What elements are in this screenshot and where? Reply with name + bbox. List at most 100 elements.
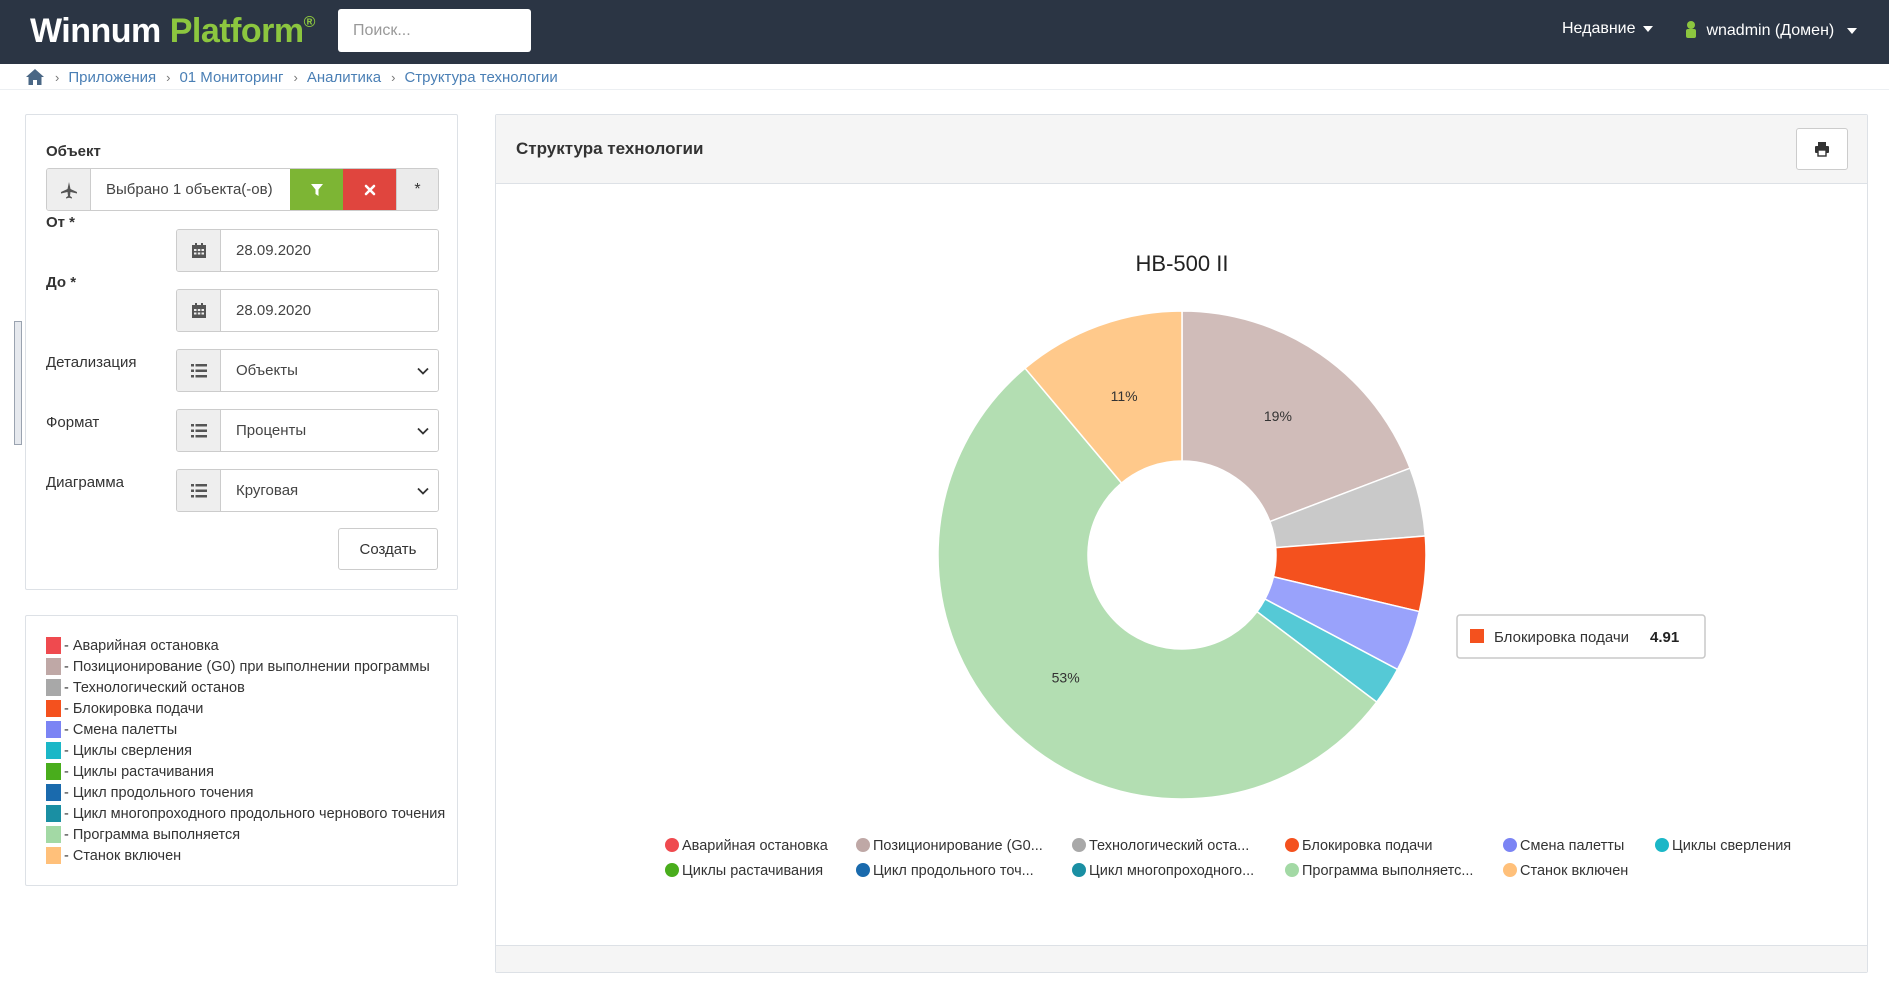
chart-legend-item[interactable]: Цикл продольного точ... xyxy=(856,863,1034,879)
chart-legend-item[interactable]: Технологический оста... xyxy=(1072,838,1249,854)
search-input[interactable] xyxy=(338,9,531,52)
chart-legend-item[interactable]: Смена палетты xyxy=(1503,838,1624,854)
brand-mark: ® xyxy=(303,14,316,31)
object-clear-button[interactable] xyxy=(343,169,396,210)
breadcrumb-link[interactable]: 01 Мониторинг xyxy=(179,69,283,86)
chart-legend-label: Циклы сверления xyxy=(1672,838,1791,854)
to-date-field[interactable]: 28.09.2020 xyxy=(176,289,439,332)
chart-legend-marker xyxy=(1503,838,1517,852)
legend-item: - Цикл многопроходного продольного черно… xyxy=(46,803,445,824)
chevron-down-icon xyxy=(408,350,438,391)
from-date-value: 28.09.2020 xyxy=(221,230,438,271)
legend-item: - Смена палетты xyxy=(46,719,177,740)
breadcrumb-separator: › xyxy=(166,69,171,85)
from-label: От * xyxy=(46,214,76,231)
legend-swatch xyxy=(46,784,61,801)
recent-menu[interactable]: Недавние xyxy=(1562,20,1653,38)
chart-legend-item[interactable]: Блокировка подачи xyxy=(1285,838,1433,854)
legend-label: - Станок включен xyxy=(64,847,182,864)
legend-swatch xyxy=(46,658,61,675)
chart-legend-marker xyxy=(665,838,679,852)
home-icon[interactable] xyxy=(25,68,45,86)
from-date-field[interactable]: 28.09.2020 xyxy=(176,229,439,272)
sidebar-collapse-handle[interactable] xyxy=(14,321,22,445)
detail-label: Детализация xyxy=(46,354,137,371)
diagram-select[interactable]: Круговая xyxy=(176,469,439,512)
calendar-icon xyxy=(191,242,206,258)
chart-legend-item[interactable]: Циклы растачивания xyxy=(665,863,823,879)
breadcrumb-separator: › xyxy=(55,69,60,85)
chart-legend-marker xyxy=(1285,838,1299,852)
format-select[interactable]: Проценты xyxy=(176,409,439,452)
legend-label: - Цикл многопроходного продольного черно… xyxy=(64,805,446,822)
format-label: Формат xyxy=(46,414,100,431)
chart-legend-marker xyxy=(1655,838,1669,852)
print-button[interactable] xyxy=(1796,128,1848,170)
diagram-value: Круговая xyxy=(221,470,408,511)
legend-swatch xyxy=(46,637,61,654)
user-menu[interactable]: wnadmin (Домен) xyxy=(1684,20,1857,40)
object-select-all-button[interactable]: * xyxy=(396,169,438,210)
caret-down-icon xyxy=(1642,25,1653,32)
legend-swatch xyxy=(46,700,61,717)
legend-item: - Циклы растачивания xyxy=(46,761,214,782)
calendar-addon[interactable] xyxy=(177,290,221,331)
list-icon xyxy=(190,363,207,377)
chart-legend-label: Цикл многопроходного... xyxy=(1089,863,1254,879)
chart-legend-label: Технологический оста... xyxy=(1089,838,1249,854)
chart-legend-item[interactable]: Станок включен xyxy=(1503,863,1628,879)
pie-chart: HB-500 II 19% 53% 11% Блокировка подачи 4.91 А… xyxy=(665,251,1791,879)
breadcrumb-divider xyxy=(0,89,1889,90)
chart-legend-label: Станок включен xyxy=(1520,863,1628,879)
list-addon xyxy=(177,410,221,451)
format-value: Проценты xyxy=(221,410,408,451)
object-selector: Выбрано 1 объекта(-ов) * xyxy=(46,168,439,211)
close-icon xyxy=(364,184,375,195)
detail-value: Объекты xyxy=(221,350,408,391)
legend-swatch xyxy=(46,847,61,864)
breadcrumb-link[interactable]: Приложения xyxy=(68,69,156,86)
object-filter-button[interactable] xyxy=(290,169,343,210)
user-label: wnadmin (Домен) xyxy=(1706,22,1835,39)
chart-legend-label: Программа выполняетс... xyxy=(1302,863,1473,879)
object-label: Объект xyxy=(46,143,101,160)
diagram-label: Диаграмма xyxy=(46,474,125,491)
chart-panel: Структура технологии HB-500 II 19% 53% 11% Б… xyxy=(495,114,1868,973)
chevron-down-icon xyxy=(408,410,438,451)
breadcrumb-link[interactable]: Структура технологии xyxy=(404,69,557,86)
legend-label: - Технологический останов xyxy=(64,679,245,696)
caret-down-icon xyxy=(1846,27,1857,34)
breadcrumb-link[interactable]: Аналитика xyxy=(307,69,381,86)
create-button[interactable]: Создать xyxy=(338,528,438,570)
legend-label: - Смена палетты xyxy=(64,721,178,738)
breadcrumb-separator: › xyxy=(391,69,396,85)
chart-legend-item[interactable]: Позиционирование (G0... xyxy=(856,838,1043,854)
chevron-down-icon xyxy=(408,470,438,511)
chart-legend-item[interactable]: Циклы сверления xyxy=(1655,838,1791,854)
chart-legend-label: Аварийная остановка xyxy=(682,838,829,854)
object-type-icon xyxy=(60,181,77,198)
calendar-addon[interactable] xyxy=(177,230,221,271)
breadcrumb: › Приложения › 01 Мониторинг › Аналитика… xyxy=(25,66,558,88)
chart-legend-marker xyxy=(1072,838,1086,852)
list-addon xyxy=(177,350,221,391)
legend-label: - Программа выполняется xyxy=(64,826,241,843)
chart-tooltip: Блокировка подачи 4.91 xyxy=(1456,614,1706,659)
chart-panel-title: Структура технологии xyxy=(516,139,704,158)
brand-logo[interactable]: Winnum Platform® xyxy=(30,12,315,51)
legend-item: - Технологический останов xyxy=(46,677,245,698)
chart-legend-item[interactable]: Аварийная остановка xyxy=(665,838,829,854)
breadcrumb-separator: › xyxy=(293,69,298,85)
chart-legend-label: Цикл продольного точ... xyxy=(873,863,1034,879)
list-icon xyxy=(190,483,207,497)
legend-item: - Цикл продольного точения xyxy=(46,782,254,803)
chart-legend-item[interactable]: Программа выполняетс... xyxy=(1285,863,1473,879)
detail-select[interactable]: Объекты xyxy=(176,349,439,392)
chart-legend-marker xyxy=(1503,863,1517,877)
legend-swatch xyxy=(46,679,61,696)
chart-legend-item[interactable]: Цикл многопроходного... xyxy=(1072,863,1254,879)
chart-legend-label: Смена палетты xyxy=(1520,838,1624,854)
object-selected-text[interactable]: Выбрано 1 объекта(-ов) xyxy=(91,169,290,210)
legend-item: - Позиционирование (G0) при выполнении п… xyxy=(46,656,430,677)
chart-legend-marker xyxy=(665,863,679,877)
